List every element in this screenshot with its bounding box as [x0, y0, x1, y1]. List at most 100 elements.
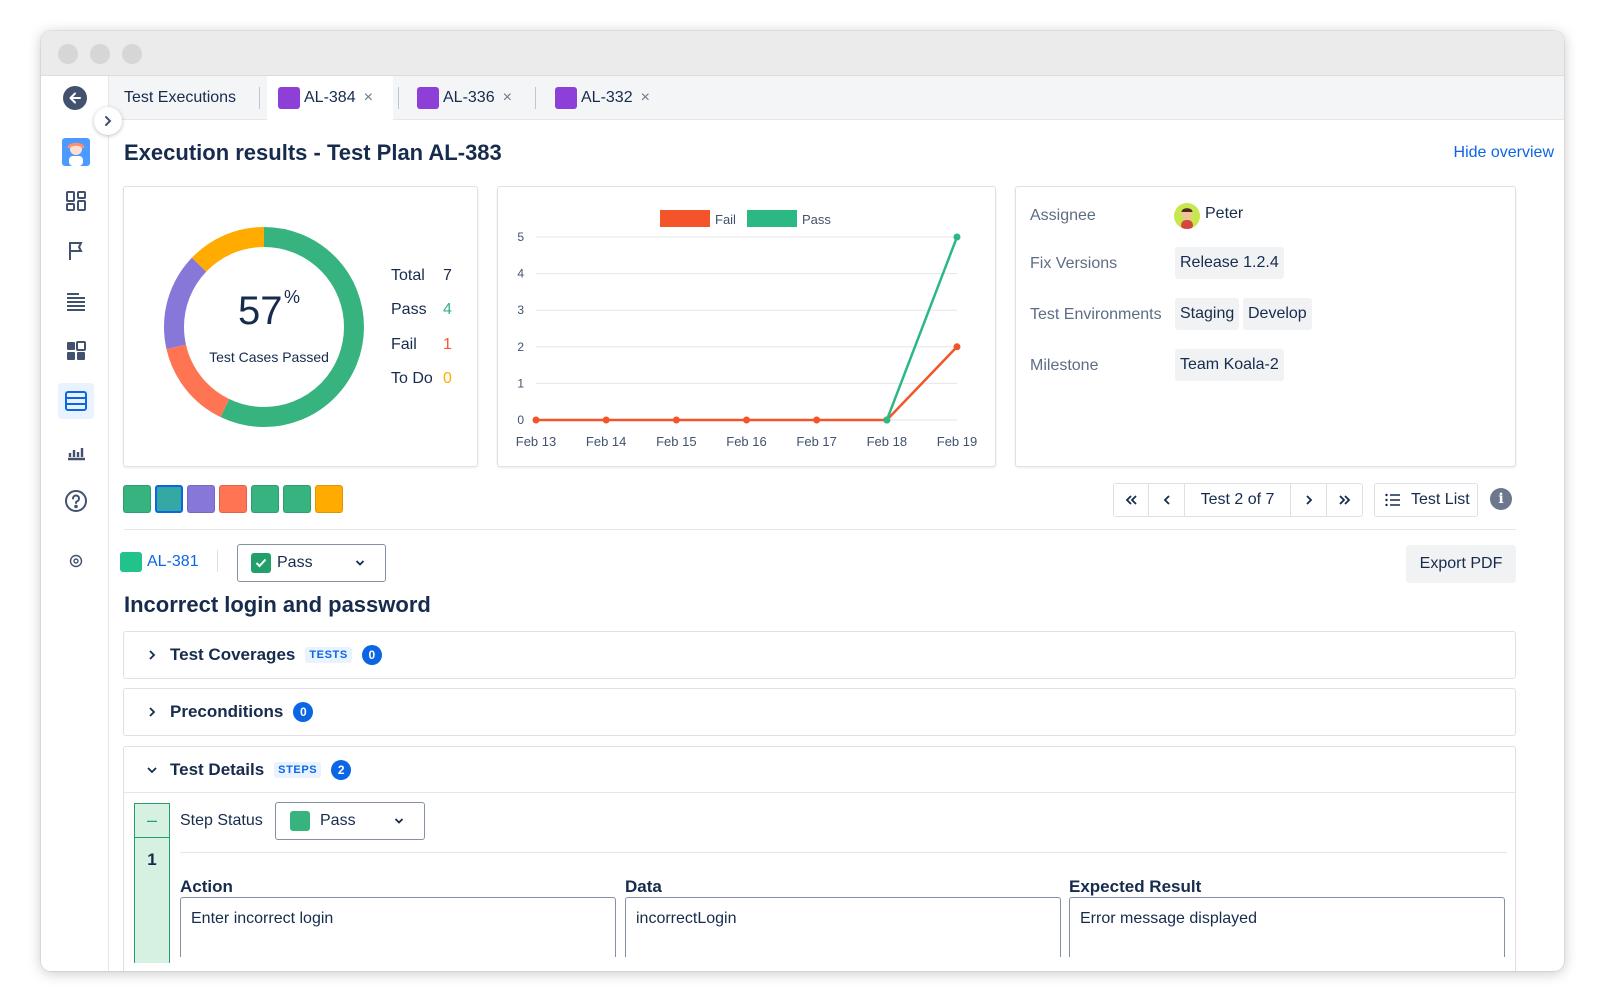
tab-test-executions[interactable]: Test Executions — [124, 76, 236, 120]
y-tick-label: 2 — [517, 340, 524, 354]
legend-todo: To Do 0 — [391, 370, 461, 388]
section-header[interactable]: Test Details STEPS 2 — [124, 747, 1515, 793]
board-icon[interactable] — [58, 183, 94, 219]
double-chevron-right-icon — [1338, 495, 1350, 505]
percent-sign: % — [284, 287, 301, 307]
collapse-step-button[interactable]: – — [135, 804, 169, 838]
test-run-swatch[interactable] — [123, 485, 151, 513]
y-tick-label: 3 — [517, 303, 524, 317]
step-status-select[interactable]: Pass — [275, 802, 425, 840]
tab-al-332[interactable]: AL-332 × — [555, 76, 650, 120]
legend-swatch-fail — [660, 210, 710, 227]
legend-label: Fail — [715, 212, 736, 227]
first-test-button[interactable] — [1114, 484, 1149, 516]
fix-version-chip[interactable]: Release 1.2.4 — [1175, 247, 1284, 279]
tab-label: Test Executions — [124, 89, 237, 106]
test-list-button[interactable]: Test List — [1374, 483, 1478, 517]
legend-label: To Do — [391, 370, 433, 387]
series-line-pass — [885, 236, 959, 421]
data-point-pass — [883, 416, 891, 424]
step-number-strip: – 1 — [134, 803, 170, 963]
window-titlebar — [41, 31, 1564, 76]
test-key-link[interactable]: AL-381 — [147, 553, 199, 571]
backlog-icon[interactable] — [58, 283, 94, 319]
details-card: Assignee Peter Fix Versions Release 1.2.… — [1015, 186, 1516, 467]
minimize-window-dot[interactable] — [90, 44, 110, 64]
legend-label: Total — [391, 267, 425, 284]
tab-label: AL-332 — [581, 89, 633, 106]
data-field[interactable]: incorrectLogin — [625, 897, 1061, 957]
components-icon[interactable] — [58, 333, 94, 369]
execution-status-select[interactable]: Pass — [237, 544, 386, 582]
data-point-fail — [602, 416, 610, 424]
tab-separator — [259, 87, 260, 109]
environment-chip[interactable]: Staging — [1175, 298, 1240, 330]
hide-overview-link[interactable]: Hide overview — [1454, 144, 1554, 162]
status-color-swatch — [290, 811, 310, 831]
chevron-right-icon — [105, 116, 112, 126]
test-run-swatch[interactable] — [283, 485, 311, 513]
settings-target-icon[interactable] — [58, 543, 94, 579]
data-point-fail — [672, 416, 680, 424]
test-run-swatch[interactable] — [219, 485, 247, 513]
action-column-header: Action — [180, 877, 233, 896]
close-window-dot[interactable] — [58, 44, 78, 64]
expected-result-field[interactable]: Error message displayed — [1069, 897, 1505, 957]
preconditions-section[interactable]: Preconditions 0 — [123, 688, 1516, 736]
test-run-swatch-selected[interactable] — [155, 485, 183, 513]
donut-caption: Test Cases Passed — [209, 349, 329, 365]
close-tab-icon[interactable]: × — [641, 89, 650, 107]
issue-type-icon — [278, 87, 300, 109]
test-issue-type-icon — [120, 552, 142, 572]
legend-swatch-pass — [747, 210, 797, 227]
test-run-swatch[interactable] — [315, 485, 343, 513]
info-icon[interactable]: i — [1490, 488, 1512, 510]
expand-sidebar-button[interactable] — [94, 107, 122, 135]
summary-card: 57 % Test Cases Passed Total 7 Pass 4 Fa… — [123, 186, 478, 467]
legend-value: 0 — [443, 370, 452, 387]
next-test-button[interactable] — [1291, 484, 1327, 516]
previous-test-button[interactable] — [1149, 484, 1185, 516]
left-sidebar — [41, 76, 109, 971]
project-avatar-icon[interactable] — [58, 134, 94, 170]
section-header[interactable]: Preconditions 0 — [124, 689, 1515, 735]
legend-total: Total 7 — [391, 267, 461, 285]
close-tab-icon[interactable]: × — [364, 89, 373, 107]
zoom-window-dot[interactable] — [122, 44, 142, 64]
help-icon[interactable] — [58, 483, 94, 519]
milestone-chip[interactable]: Team Koala-2 — [1175, 349, 1284, 381]
flag-icon[interactable] — [58, 233, 94, 269]
section-tag: STEPS — [274, 761, 322, 778]
action-field[interactable]: Enter incorrect login — [180, 897, 616, 957]
y-tick-label: 1 — [517, 376, 524, 390]
chevron-down-icon — [394, 818, 404, 824]
chevron-right-icon — [142, 706, 162, 718]
pass-percentage: 57 — [238, 289, 283, 333]
environment-chip[interactable]: Develop — [1243, 298, 1312, 330]
close-tab-icon[interactable]: × — [503, 89, 512, 107]
legend-label: Pass — [391, 301, 427, 318]
test-executions-icon[interactable] — [58, 383, 94, 419]
test-position: Test 2 of 7 — [1185, 484, 1291, 516]
chevron-right-icon — [1305, 495, 1312, 505]
test-run-swatch[interactable] — [251, 485, 279, 513]
test-coverages-section[interactable]: Test Coverages TESTS 0 — [123, 631, 1516, 679]
export-pdf-button[interactable]: Export PDF — [1406, 545, 1516, 583]
tab-al-336[interactable]: AL-336 × — [417, 76, 512, 120]
arrow-left-icon — [69, 92, 81, 104]
last-test-button[interactable] — [1327, 484, 1362, 516]
x-tick-label: Feb 17 — [796, 434, 836, 449]
expected-result-column-header: Expected Result — [1069, 877, 1202, 896]
section-header[interactable]: Test Coverages TESTS 0 — [124, 632, 1515, 678]
x-tick-label: Feb 14 — [586, 434, 626, 449]
tab-al-384[interactable]: AL-384 × — [267, 76, 393, 120]
y-tick-label: 0 — [517, 413, 524, 427]
legend-label: Fail — [391, 336, 417, 353]
legend-value: 4 — [443, 301, 452, 318]
test-run-swatch[interactable] — [187, 485, 215, 513]
pass-fail-line-chart: 0 1 2 3 4 5 Feb 13 Feb 14 Feb 15 Feb 16 Feb 17 Feb … — [516, 210, 977, 449]
back-button[interactable] — [63, 86, 87, 110]
page-title: Execution results - Test Plan AL-383 — [124, 140, 502, 165]
execution-status-value: Pass — [277, 554, 313, 571]
reports-icon[interactable] — [58, 433, 94, 469]
